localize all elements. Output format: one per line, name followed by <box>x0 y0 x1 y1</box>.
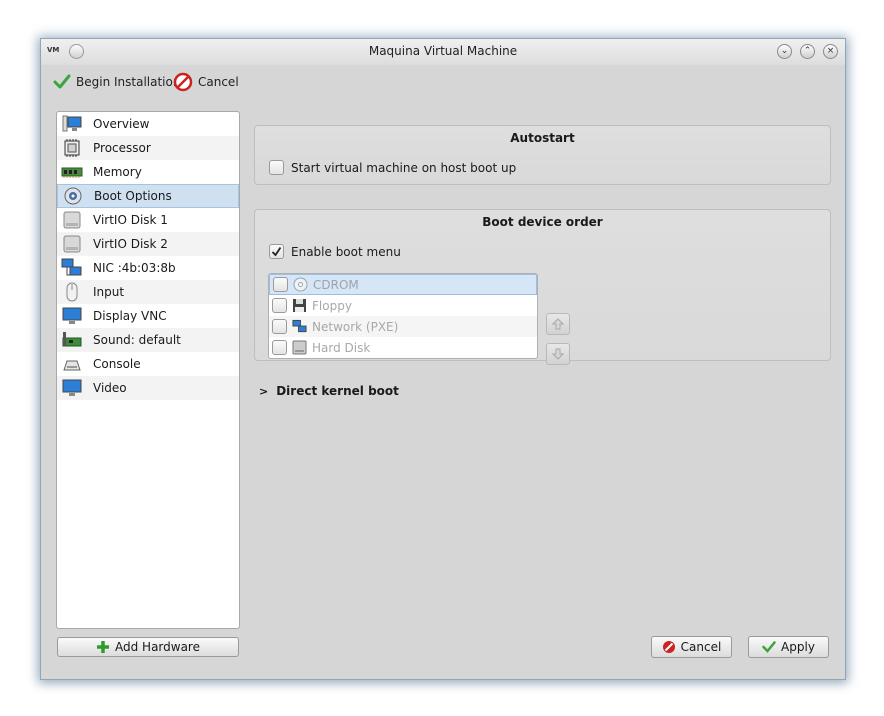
sidebar-item-nic[interactable]: NIC :4b:03:8b <box>57 256 239 280</box>
add-hardware-label: Add Hardware <box>115 640 200 654</box>
boot-device-network[interactable]: Network (PXE) <box>269 316 537 337</box>
sidebar-item-label: Display VNC <box>93 309 167 323</box>
enable-boot-menu-label: Enable boot menu <box>291 244 401 259</box>
boot-device-checkbox[interactable] <box>272 298 287 313</box>
arrow-down-icon <box>552 348 564 360</box>
begin-installation-button[interactable]: Begin Installation <box>53 71 180 93</box>
network-icon <box>292 319 307 334</box>
minimize-button[interactable]: ⌄ <box>777 44 792 59</box>
cpu-icon <box>61 138 83 158</box>
sound-card-icon <box>61 330 83 350</box>
disk-icon <box>61 234 83 254</box>
enable-boot-menu-row[interactable]: Enable boot menu <box>269 244 401 259</box>
sidebar-item-memory[interactable]: Memory <box>57 160 239 184</box>
chevron-right-icon: > <box>259 384 269 398</box>
sidebar-item-label: Processor <box>93 141 151 155</box>
check-mark-icon <box>271 247 282 257</box>
move-down-button[interactable] <box>546 343 570 365</box>
sidebar-item-boot-options[interactable]: Boot Options <box>57 184 239 208</box>
boot-options-icon <box>62 186 84 206</box>
boot-device-hard-disk[interactable]: Hard Disk <box>269 337 537 358</box>
boot-device-floppy[interactable]: Floppy <box>269 295 537 316</box>
sidebar-item-virtio-disk-2[interactable]: VirtIO Disk 2 <box>57 232 239 256</box>
cancel-icon <box>662 641 675 653</box>
boot-device-label: Hard Disk <box>312 340 371 355</box>
toolbar-cancel-label: Cancel <box>198 75 239 89</box>
cancel-button[interactable]: Cancel <box>651 636 732 658</box>
cancel-label: Cancel <box>680 640 722 654</box>
sidebar-item-label: NIC :4b:03:8b <box>93 261 176 275</box>
boot-device-label: Network (PXE) <box>312 319 399 334</box>
boot-device-label: CDROM <box>313 277 359 292</box>
network-icon <box>61 258 83 278</box>
boot-order-title: Boot device order <box>482 215 603 229</box>
toolbar: Begin Installation Cancel <box>41 65 845 99</box>
console-icon <box>61 354 83 374</box>
disk-icon <box>61 210 83 230</box>
direct-kernel-boot-expander[interactable]: > Direct kernel boot <box>259 384 399 398</box>
apply-button[interactable]: Apply <box>748 636 829 658</box>
sidebar-item-label: VirtIO Disk 2 <box>93 237 168 251</box>
add-hardware-button[interactable]: Add Hardware <box>57 637 239 657</box>
maximize-button[interactable]: ⌃ <box>800 44 815 59</box>
sidebar-item-sound[interactable]: Sound: default <box>57 328 239 352</box>
boot-device-label: Floppy <box>312 298 352 313</box>
autostart-checkbox-label: Start virtual machine on host boot up <box>291 160 517 175</box>
floppy-icon <box>292 298 307 313</box>
autostart-group: Autostart Start virtual machine on host … <box>254 125 831 185</box>
sidebar-item-label: Sound: default <box>93 333 181 347</box>
apply-label: Apply <box>781 640 815 654</box>
hard-disk-icon <box>292 340 307 355</box>
boot-order-group: Boot device order Enable boot menu CDROM… <box>254 209 831 365</box>
window-title: Maquina Virtual Machine <box>368 44 518 58</box>
sidebar-item-label: Video <box>93 381 127 395</box>
autostart-title: Autostart <box>510 131 575 145</box>
sidebar-item-overview[interactable]: Overview <box>57 112 239 136</box>
monitor-icon <box>61 114 83 134</box>
mouse-icon <box>61 282 83 302</box>
sidebar-item-label: Boot Options <box>94 189 172 203</box>
video-icon <box>61 378 83 398</box>
enable-boot-menu-checkbox[interactable] <box>269 244 284 259</box>
sidebar-item-processor[interactable]: Processor <box>57 136 239 160</box>
boot-device-checkbox[interactable] <box>272 340 287 355</box>
sidebar-item-display-vnc[interactable]: Display VNC <box>57 304 239 328</box>
main-window: VM Maquina Virtual Machine ⌄ ⌃ × Begin I… <box>40 38 846 680</box>
sidebar-item-video[interactable]: Video <box>57 376 239 400</box>
boot-device-list[interactable]: CDROM Floppy Network (PXE) Hard Disk <box>268 273 538 359</box>
sidebar-item-label: Console <box>93 357 141 371</box>
cancel-icon <box>173 72 193 92</box>
sidebar-item-label: Input <box>93 285 125 299</box>
checkmark-icon <box>53 74 71 89</box>
sidebar-item-input[interactable]: Input <box>57 280 239 304</box>
sidebar-item-label: Overview <box>93 117 150 131</box>
move-up-button[interactable] <box>546 313 570 335</box>
arrow-up-icon <box>552 318 564 330</box>
boot-device-checkbox[interactable] <box>272 319 287 334</box>
begin-installation-label: Begin Installation <box>76 75 181 89</box>
autostart-checkbox[interactable] <box>269 160 284 175</box>
cdrom-icon <box>293 277 308 292</box>
close-button[interactable]: × <box>823 44 838 59</box>
plus-icon <box>97 641 109 653</box>
autostart-checkbox-row[interactable]: Start virtual machine on host boot up <box>269 160 516 175</box>
title-bar[interactable]: VM Maquina Virtual Machine ⌄ ⌃ × <box>41 39 845 65</box>
sidebar-item-console[interactable]: Console <box>57 352 239 376</box>
toolbar-cancel-button[interactable]: Cancel <box>173 71 239 93</box>
hardware-list[interactable]: Overview Processor Memory Boot Options V… <box>56 111 240 629</box>
boot-device-cdrom[interactable]: CDROM <box>269 274 537 295</box>
checkmark-icon <box>762 641 776 653</box>
sidebar-item-label: Memory <box>93 165 142 179</box>
boot-device-checkbox[interactable] <box>273 277 288 292</box>
memory-icon <box>61 162 83 182</box>
display-icon <box>61 306 83 326</box>
sidebar-item-virtio-disk-1[interactable]: VirtIO Disk 1 <box>57 208 239 232</box>
sidebar-item-label: VirtIO Disk 1 <box>93 213 168 227</box>
direct-kernel-boot-label: Direct kernel boot <box>276 384 399 398</box>
